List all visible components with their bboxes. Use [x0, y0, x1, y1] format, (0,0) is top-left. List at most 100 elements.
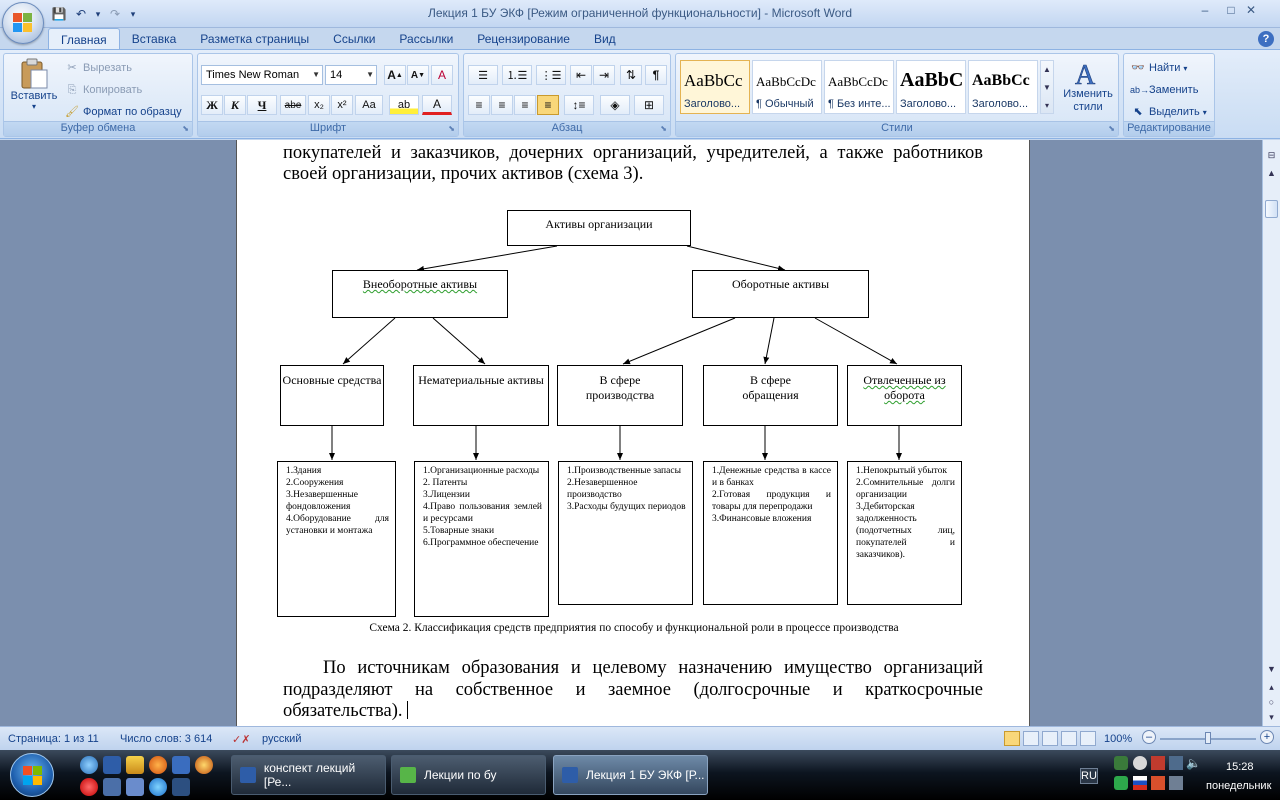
- quicklaunch-word-icon[interactable]: [103, 756, 121, 774]
- replace-button[interactable]: ab→ Заменить: [1130, 82, 1198, 98]
- quicklaunch-folder-icon[interactable]: [126, 778, 144, 796]
- bold-button[interactable]: Ж: [201, 95, 223, 115]
- ruler-toggle-icon[interactable]: ⊟: [1264, 148, 1279, 163]
- quicklaunch-app-icon[interactable]: [80, 756, 98, 774]
- document-page[interactable]: покупателей и заказчиков, дочерних орган…: [236, 140, 1030, 726]
- draft-icon[interactable]: [1080, 731, 1096, 746]
- font-color-button[interactable]: A: [422, 95, 452, 115]
- style-heading1[interactable]: AaBbCc Заголово...: [680, 60, 750, 114]
- scroll-up-icon[interactable]: ▲: [1264, 166, 1279, 181]
- increase-indent-button[interactable]: ⇥: [593, 65, 615, 85]
- web-layout-icon[interactable]: [1042, 731, 1058, 746]
- tab-insert[interactable]: Вставка: [120, 28, 189, 50]
- quicklaunch-ie-icon[interactable]: [149, 778, 167, 796]
- taskbar-item-current-doc[interactable]: Лекция 1 БУ ЭКФ [Р...: [553, 755, 708, 795]
- word-count[interactable]: Число слов: 3 614: [120, 733, 212, 745]
- font-size-combo[interactable]: 14 ▼: [325, 65, 377, 85]
- show-formatting-button[interactable]: ¶: [645, 65, 667, 85]
- language-indicator[interactable]: русский: [262, 733, 301, 745]
- borders-button[interactable]: ⊞: [634, 95, 664, 115]
- tab-home[interactable]: Главная: [48, 28, 120, 50]
- zoom-in-button[interactable]: +: [1260, 730, 1274, 744]
- close-button[interactable]: ✕: [1238, 0, 1264, 20]
- tab-page-layout[interactable]: Разметка страницы: [188, 28, 321, 50]
- print-layout-icon[interactable]: [1004, 731, 1020, 746]
- grow-font-button[interactable]: A ▲: [384, 65, 406, 85]
- shrink-font-button[interactable]: A ▼: [407, 65, 429, 85]
- clock-time[interactable]: 15:28: [1226, 761, 1254, 773]
- zoom-out-button[interactable]: –: [1142, 730, 1156, 744]
- strikethrough-button[interactable]: abe: [280, 95, 306, 115]
- proofing-icon[interactable]: ✓✗: [232, 733, 250, 746]
- chevron-down-icon[interactable]: ▼: [1041, 79, 1053, 97]
- numbering-button[interactable]: ⒈☰: [502, 65, 532, 85]
- quicklaunch-explorer-icon[interactable]: [172, 756, 190, 774]
- shading-button[interactable]: ◈: [600, 95, 630, 115]
- clock-day[interactable]: понедельник: [1206, 780, 1271, 792]
- russian-flag-icon[interactable]: [1133, 776, 1147, 790]
- network-icon[interactable]: [1169, 756, 1183, 770]
- chevron-up-icon[interactable]: ▲: [1041, 61, 1053, 79]
- paste-dropdown-icon[interactable]: ▾: [32, 102, 36, 111]
- quicklaunch-desktop-icon[interactable]: [172, 778, 190, 796]
- quicklaunch-vlc-icon[interactable]: [126, 756, 144, 774]
- zoom-level[interactable]: 100%: [1104, 733, 1132, 745]
- minimize-button[interactable]: –: [1198, 0, 1212, 20]
- cut-button[interactable]: ✂ Вырезать: [64, 60, 132, 76]
- find-button[interactable]: 👓 Найти ▾: [1130, 60, 1187, 76]
- previous-page-icon[interactable]: ▴: [1264, 680, 1279, 695]
- office-button[interactable]: [2, 2, 44, 44]
- style-no-spacing[interactable]: AaBbCcDc ¶ Без инте...: [824, 60, 894, 114]
- subscript-button[interactable]: x₂: [308, 95, 330, 115]
- paste-button[interactable]: Вставить ▾: [8, 58, 60, 118]
- quicklaunch-opera-icon[interactable]: [80, 778, 98, 796]
- next-page-icon[interactable]: ▾: [1264, 710, 1279, 725]
- sort-button[interactable]: ⇅: [620, 65, 642, 85]
- decrease-indent-button[interactable]: ⇤: [570, 65, 592, 85]
- styles-scroll[interactable]: ▲ ▼ ▾: [1040, 60, 1054, 114]
- align-left-button[interactable]: ≡: [468, 95, 490, 115]
- zoom-slider-thumb[interactable]: [1205, 732, 1211, 744]
- start-button[interactable]: [10, 753, 54, 797]
- underline-button[interactable]: Ч: [247, 95, 277, 115]
- tab-review[interactable]: Рецензирование: [465, 28, 582, 50]
- taskbar-item-folder[interactable]: Лекции по бу: [391, 755, 546, 795]
- change-styles-button[interactable]: A Изменить стили: [1058, 58, 1118, 114]
- outline-icon[interactable]: [1061, 731, 1077, 746]
- tray-app-icon[interactable]: [1114, 776, 1128, 790]
- change-case-button[interactable]: Aa: [355, 95, 383, 115]
- line-spacing-button[interactable]: ↕≡: [564, 95, 594, 115]
- browse-object-icon[interactable]: ○: [1264, 695, 1279, 710]
- tray-app-icon[interactable]: [1114, 756, 1128, 770]
- highlight-button[interactable]: ab: [389, 95, 419, 115]
- font-name-combo[interactable]: Times New Roman ▼: [201, 65, 323, 85]
- dialog-launcher-icon[interactable]: ⬊: [660, 124, 667, 133]
- scrollbar-thumb[interactable]: [1265, 200, 1278, 218]
- style-normal[interactable]: AaBbCcDc ¶ Обычный: [752, 60, 822, 114]
- more-icon[interactable]: ▾: [1041, 97, 1053, 115]
- format-painter-button[interactable]: 🖌 Формат по образцу: [64, 104, 182, 120]
- help-icon[interactable]: ?: [1258, 31, 1274, 47]
- quicklaunch-chrome-icon[interactable]: [195, 756, 213, 774]
- tray-app-icon[interactable]: [1169, 776, 1183, 790]
- tray-app-icon[interactable]: [1133, 756, 1147, 770]
- align-center-button[interactable]: ≡: [491, 95, 513, 115]
- tray-app-icon[interactable]: [1151, 776, 1165, 790]
- tab-view[interactable]: Вид: [582, 28, 628, 50]
- volume-icon[interactable]: 🔈: [1186, 756, 1201, 770]
- maximize-button[interactable]: □: [1224, 0, 1238, 20]
- justify-button[interactable]: ≡: [537, 95, 559, 115]
- clear-formatting-button[interactable]: A: [431, 65, 453, 85]
- quicklaunch-firefox-icon[interactable]: [149, 756, 167, 774]
- dialog-launcher-icon[interactable]: ⬊: [448, 124, 455, 133]
- tray-app-icon[interactable]: [1151, 756, 1165, 770]
- copy-button[interactable]: ⎘ Копировать: [64, 82, 143, 98]
- superscript-button[interactable]: x²: [331, 95, 353, 115]
- quicklaunch-save-icon[interactable]: [103, 778, 121, 796]
- full-screen-reading-icon[interactable]: [1023, 731, 1039, 746]
- bullets-button[interactable]: ☰: [468, 65, 498, 85]
- style-heading-bold[interactable]: AaBbC Заголово...: [896, 60, 966, 114]
- scroll-down-icon[interactable]: ▼: [1264, 662, 1279, 677]
- style-heading2[interactable]: AaBbCc Заголово...: [968, 60, 1038, 114]
- page-count[interactable]: Страница: 1 из 11: [8, 733, 99, 745]
